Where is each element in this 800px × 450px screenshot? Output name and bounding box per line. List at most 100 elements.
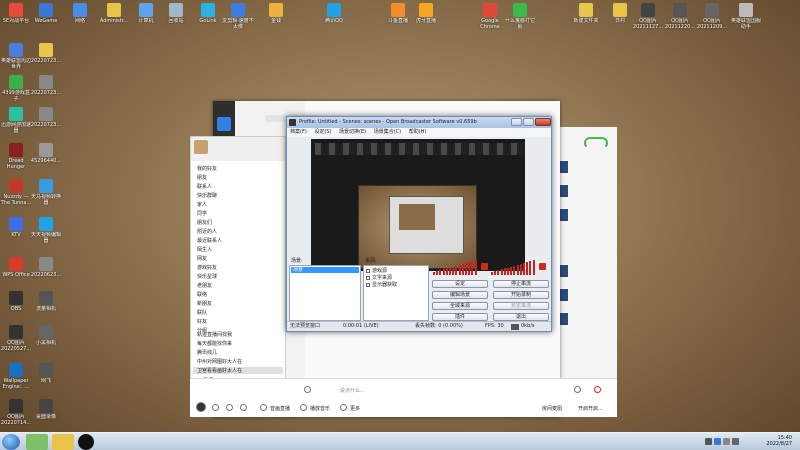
obs-titlebar[interactable]: Profile: Untitled - Scenes: scenes - Ope… xyxy=(287,117,551,128)
exit-button[interactable]: 退出 xyxy=(493,313,549,321)
start-recording-button[interactable]: 开始录制 xyxy=(493,291,549,299)
desktop-icon[interactable]: KTV xyxy=(0,217,32,238)
friend-group[interactable]: 联络 xyxy=(197,291,207,298)
desktop-icon[interactable]: 计算机 xyxy=(130,3,162,24)
friend-group[interactable]: 游戏好友 xyxy=(197,264,217,271)
mic-icon[interactable] xyxy=(481,263,488,270)
friend-group[interactable]: 最近联系人 xyxy=(197,237,222,244)
channel-item[interactable]: 轨迹直播间找我 xyxy=(197,331,232,338)
global-sources-button[interactable]: 全域来源 xyxy=(432,302,488,310)
menu-file[interactable]: 档案(F) xyxy=(290,129,307,135)
desktop-icon[interactable]: 天天视频编辑器 xyxy=(30,217,62,244)
desktop-icon[interactable]: 新建文件夹 xyxy=(570,3,602,24)
taskbar-app-icon[interactable] xyxy=(52,434,74,450)
voice-live-label[interactable]: 音画直播 xyxy=(270,405,290,412)
friend-group[interactable]: 朋友 xyxy=(197,174,207,181)
more-label[interactable]: 更多 xyxy=(350,405,360,412)
friend-group[interactable]: 附近的人 xyxy=(197,228,217,235)
desktop-icon[interactable]: QQ图片 20211209... xyxy=(696,3,728,30)
desktop-icon[interactable]: GoLink xyxy=(192,3,224,24)
edit-scene-button[interactable]: 编辑场景 xyxy=(432,291,488,299)
channel-item[interactable]: 卫宫看看画好太人在 xyxy=(193,367,283,374)
tray-icon[interactable] xyxy=(705,438,712,445)
desktop-icon[interactable]: WeGame xyxy=(30,3,62,24)
volume-icon[interactable] xyxy=(732,438,739,445)
mic-volume-meter[interactable] xyxy=(433,259,479,275)
desktop-icon[interactable]: 20220723... xyxy=(30,107,62,128)
friend-group[interactable]: 好友 xyxy=(197,318,207,325)
profile-avatar[interactable] xyxy=(194,140,208,154)
desktop-icon[interactable]: 5E对战平台 xyxy=(0,3,32,24)
friend-group[interactable]: 新朋友 xyxy=(197,300,212,307)
mic-toggle-icon[interactable] xyxy=(212,404,219,411)
friend-group[interactable]: 联系人 xyxy=(197,183,212,190)
desktop-volume-meter[interactable] xyxy=(491,259,537,275)
desktop-icon[interactable]: 金钱 xyxy=(260,3,292,24)
desktop-icon[interactable]: 爱剪辑·速度不太慢 xyxy=(222,3,254,30)
music-icon[interactable] xyxy=(300,404,307,411)
settings-icon[interactable] xyxy=(240,404,247,411)
desktop-icon[interactable]: 45296440... xyxy=(30,143,62,164)
friend-group[interactable]: 老朋友 xyxy=(197,282,212,289)
friend-group[interactable]: 联队 xyxy=(197,309,207,316)
desktop-icon[interactable]: Nuzzdy — The Tunna... xyxy=(0,179,32,206)
chat-input[interactable]: 说点什么... xyxy=(340,387,365,394)
source-item[interactable]: 文字来源 xyxy=(366,275,392,281)
desktop-icon[interactable]: 虎牙直播 xyxy=(410,3,442,24)
stop-stream-button[interactable]: 停止串流 xyxy=(493,280,549,288)
emoji-icon[interactable] xyxy=(574,386,581,393)
room-mic-label[interactable]: 房间麦阻 xyxy=(542,405,562,412)
desktop-icon[interactable]: 回收站 xyxy=(160,3,192,24)
desktop-icon[interactable]: 4399游戏盒子 xyxy=(0,75,32,102)
friend-group[interactable]: 同学 xyxy=(197,210,207,217)
desktop-icon[interactable]: Google Chrome xyxy=(474,3,506,30)
checkbox-icon[interactable] xyxy=(366,268,370,273)
sources-list[interactable]: 游戏源 文字来源 显示器获取 xyxy=(363,265,429,321)
desktop-icon[interactable]: QQ图片 20211127... xyxy=(632,3,664,30)
friend-group[interactable]: 朋友们 xyxy=(197,219,212,226)
channel-item[interactable]: 腾讯线几 xyxy=(197,349,217,356)
broadcast-icon[interactable] xyxy=(260,404,267,411)
desktop-icon[interactable]: 天马视频转换器 xyxy=(30,179,62,206)
taskbar-app-icon[interactable] xyxy=(26,434,48,450)
network-icon[interactable] xyxy=(723,438,730,445)
settings-button[interactable]: 设定 xyxy=(432,280,488,288)
desktop-icon[interactable]: OBS xyxy=(0,291,32,312)
source-item[interactable]: 游戏源 xyxy=(366,268,387,274)
user-avatar[interactable] xyxy=(196,402,206,412)
desktop-icon[interactable]: 20220723... xyxy=(30,43,62,64)
volume-icon[interactable] xyxy=(226,404,233,411)
menu-settings[interactable]: 设定(S) xyxy=(314,129,331,135)
desktop-icon[interactable]: Administr... xyxy=(98,3,130,24)
preview-stream-button[interactable]: 预览串流 xyxy=(493,302,549,310)
menu-help[interactable]: 帮助(H) xyxy=(409,129,427,135)
source-item[interactable]: 显示器获取 xyxy=(366,282,397,288)
menu-scene-collection[interactable]: 场景集合(C) xyxy=(374,129,401,135)
channel-item[interactable]: 中州对网图好大人在 xyxy=(197,358,242,365)
clock[interactable]: 15:40 2022/8/27 xyxy=(766,435,792,447)
friend-group[interactable]: 我的好友 xyxy=(197,165,217,172)
desktop-icon[interactable]: 迅游网游加速器 xyxy=(0,107,32,134)
tray-icon[interactable] xyxy=(714,438,721,445)
desktop-icon[interactable]: 小黑相机 xyxy=(30,325,62,346)
desktop-icon[interactable]: 英雄联盟国服助手 xyxy=(730,3,762,30)
desktop-icon[interactable]: 流量相机 xyxy=(30,291,62,312)
desktop-icon[interactable]: Dread Hunger xyxy=(0,143,32,170)
desktop-icon[interactable]: 20220723... xyxy=(30,75,62,96)
minimize-button[interactable] xyxy=(511,118,522,126)
desktop-icon[interactable]: 网络 xyxy=(64,3,96,24)
desktop-icon[interactable]: QQ图片 20220527... xyxy=(0,325,32,352)
music-label[interactable]: 播放音乐 xyxy=(310,405,330,412)
user-avatar[interactable] xyxy=(217,117,231,131)
obs-taskbar-icon[interactable] xyxy=(78,434,94,450)
friend-group[interactable]: 陌生人 xyxy=(197,246,212,253)
mic-icon[interactable] xyxy=(594,386,601,393)
friend-group[interactable]: 家人 xyxy=(197,201,207,208)
close-button[interactable] xyxy=(535,118,551,126)
desktop-icon[interactable]: 什么鬼都打它就 xyxy=(504,3,536,30)
friend-group[interactable]: 快乐群聊 xyxy=(197,192,217,199)
friend-group[interactable]: 网友 xyxy=(197,255,207,262)
friend-group[interactable]: 快乐星球 xyxy=(197,273,217,280)
desktop-icon[interactable]: 腾讯QQ xyxy=(318,3,350,24)
desktop-icon[interactable]: 20220623... xyxy=(30,257,62,278)
